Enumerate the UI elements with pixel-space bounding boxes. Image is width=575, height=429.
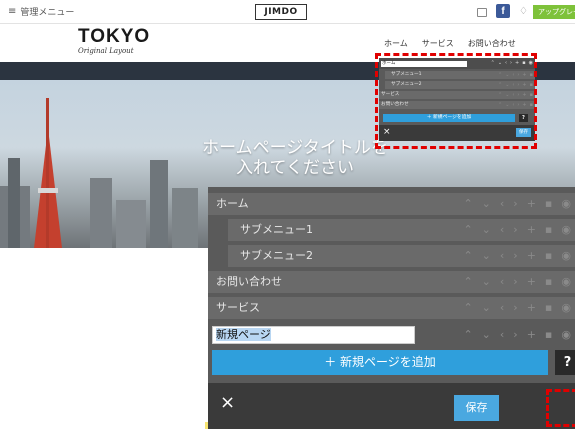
- move-down-icon: ⌄: [481, 197, 491, 210]
- indent-icon: ›: [513, 197, 518, 210]
- menu-row-service[interactable]: サービス ⌃ ⌄ ‹ › + ▪: [379, 91, 535, 99]
- admin-menu-button[interactable]: ≡ 管理メニュー: [8, 5, 74, 18]
- close-icon[interactable]: ×: [220, 392, 235, 413]
- move-up-icon: ⌃: [463, 197, 473, 210]
- menu-row-contact[interactable]: お問い合わせ ⌃ ⌄ ‹ › + ▪ ◉: [208, 271, 575, 293]
- admin-icons: f ♢: [477, 4, 528, 18]
- menu-row-home[interactable]: ホーム ⌃ ⌄ ‹ › + ▪ ◉: [208, 193, 575, 215]
- outdent-icon: ‹: [499, 197, 505, 210]
- menu-row-sub1[interactable]: サブメニュー1 ⌃ ⌄ ‹ › + ▪: [385, 71, 535, 79]
- brand-tagline: Original Layout: [78, 47, 134, 55]
- menu-row-sub1[interactable]: サブメニュー1 ⌃ ⌄ ‹ › + ▪ ◉: [228, 219, 575, 241]
- phone-icon[interactable]: [477, 7, 487, 17]
- add-page-button[interactable]: ＋ 新規ページを追加: [212, 350, 548, 375]
- menu-editor-preview: ホーム ⌃ ⌄ ‹ › + ▪ ◉ サブメニュー1 ⌃ ⌄ ‹ › + ▪ サブメニュー2 ⌃ ⌄ ‹ › +…: [379, 58, 535, 141]
- menu-row-sub2[interactable]: サブメニュー2 ⌃ ⌄ ‹ › + ▪: [385, 81, 535, 89]
- site-brand[interactable]: TOKYO Original Layout: [78, 26, 151, 56]
- panel-footer: × 保存: [379, 125, 535, 141]
- menu-row-new-page: 新規ページ ⌃ ⌄ ‹ › + ▪ ◉: [208, 323, 575, 347]
- menu-row-service[interactable]: サービス ⌃ ⌄ ‹ › + ▪ ◉: [208, 297, 575, 319]
- jimdo-logo[interactable]: JIMDO: [255, 4, 307, 20]
- new-page-input[interactable]: 新規ページ: [212, 326, 415, 344]
- help-button[interactable]: ?: [519, 114, 528, 122]
- menu-editor-panel: ホーム ⌃ ⌄ ‹ › + ▪ ◉ サブメニュー1 ⌃ ⌄ ‹ › + ▪ ◉ サブメニュー2 ⌃ ⌄ ‹ ›…: [208, 187, 575, 429]
- nav-item-service[interactable]: サービス: [422, 38, 454, 49]
- close-icon[interactable]: ×: [383, 127, 391, 137]
- visibility-icon: ◉: [561, 197, 571, 210]
- facebook-icon[interactable]: f: [496, 4, 510, 18]
- save-button[interactable]: 保存: [516, 128, 531, 137]
- menu-item-input[interactable]: ホーム: [381, 61, 467, 67]
- menu-row-sub2[interactable]: サブメニュー2 ⌃ ⌄ ‹ › + ▪ ◉: [228, 245, 575, 267]
- menu-row-home[interactable]: ホーム ⌃ ⌄ ‹ › + ▪ ◉: [379, 58, 535, 69]
- panel-footer: × 保存: [208, 383, 575, 429]
- admin-bar: ≡ 管理メニュー JIMDO f ♢ アップグレー: [0, 0, 575, 24]
- menu-icon: ≡: [8, 6, 17, 17]
- menu-row-contact[interactable]: お問い合わせ ⌃ ⌄ ‹ › + ▪: [379, 101, 535, 109]
- add-icon: +: [526, 197, 536, 210]
- save-button[interactable]: 保存: [454, 395, 499, 421]
- help-button[interactable]: ?: [555, 350, 575, 375]
- nav-item-contact[interactable]: お問い合わせ: [468, 38, 516, 49]
- brand-name: TOKYO: [78, 26, 151, 47]
- bell-icon[interactable]: ♢: [519, 6, 528, 17]
- add-page-button[interactable]: ＋ 新規ページを追加: [383, 114, 515, 122]
- nav-item-home[interactable]: ホーム: [384, 38, 408, 49]
- delete-icon: ▪: [544, 197, 553, 210]
- hero-title[interactable]: ホームページタイトルを 入れてください: [170, 138, 420, 178]
- upgrade-button[interactable]: アップグレー: [533, 5, 575, 19]
- site-nav: ホーム サービス お問い合わせ: [384, 38, 516, 49]
- admin-menu-label: 管理メニュー: [20, 8, 75, 18]
